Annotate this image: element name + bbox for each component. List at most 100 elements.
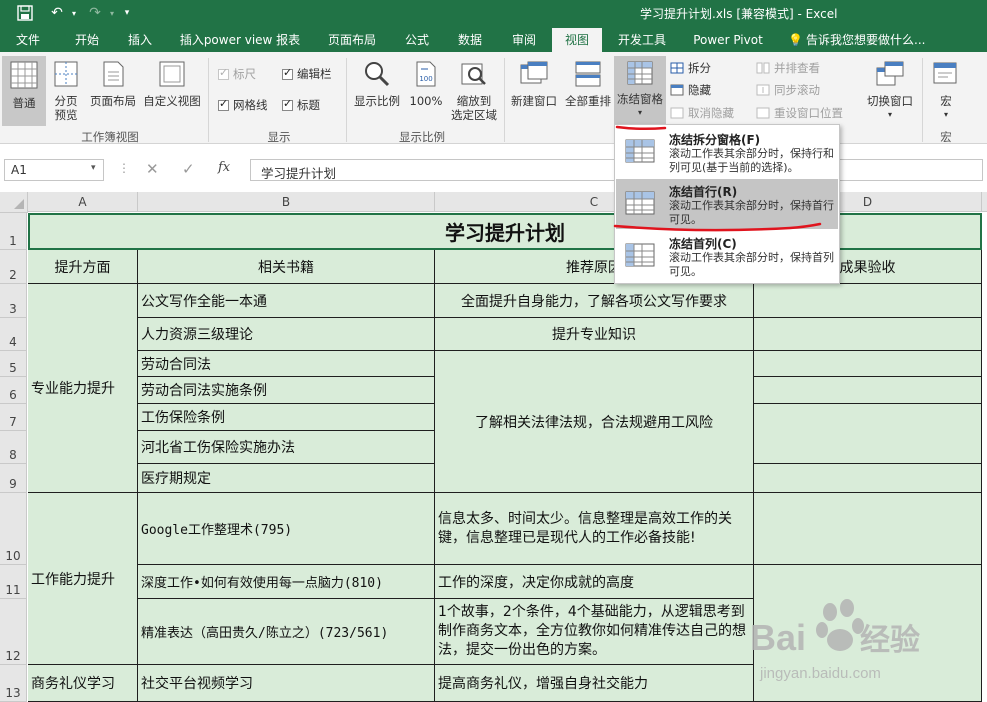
gridlines-checkbox[interactable]: 网格线 xyxy=(218,97,268,113)
result-cell[interactable] xyxy=(754,404,982,464)
customize-toolbar-icon[interactable]: ▾ xyxy=(120,2,134,24)
tab-formulas[interactable]: 公式 xyxy=(398,28,436,52)
hide-button[interactable]: 隐藏 xyxy=(670,82,711,98)
cancel-icon[interactable]: ✕ xyxy=(146,160,159,178)
freeze-panes-menu: 冻结拆分窗格(F) 滚动工作表其余部分时，保持行和列可见(基于当前的选择)。 冻… xyxy=(614,124,840,284)
new-window-button[interactable]: 新建窗口 xyxy=(506,60,562,108)
reason-cell[interactable]: 全面提升自身能力，了解各项公文写作要求 xyxy=(435,284,754,318)
row-header-2[interactable]: 2 xyxy=(0,250,27,284)
headings-checkbox[interactable]: 标题 xyxy=(282,97,320,113)
category-cell[interactable]: 专业能力提升 xyxy=(28,284,138,493)
result-cell[interactable] xyxy=(754,318,982,351)
row-header-4[interactable]: 4 xyxy=(0,318,27,351)
arrange-all-button[interactable]: 全部重排 xyxy=(562,60,614,108)
row-header-1[interactable]: 1 xyxy=(0,213,27,250)
book-cell[interactable]: 劳动合同法 xyxy=(138,351,435,377)
book-cell[interactable]: Google工作整理术(795) xyxy=(138,493,435,565)
menu-item-description: 滚动工作表其余部分时，保持首列可见。 xyxy=(669,251,834,278)
undo-icon[interactable]: ↶ xyxy=(46,2,68,24)
custom-views-button[interactable]: 自定义视图 xyxy=(140,60,204,108)
page-layout-view-button[interactable]: 页面布局 xyxy=(88,60,138,108)
watermark-brand: Bai xyxy=(750,617,806,658)
result-cell[interactable] xyxy=(754,351,982,377)
reason-cell[interactable]: 1个故事，2个条件，4个基础能力，从逻辑思考到制作商务文本，全方位教你如何精准传… xyxy=(435,599,754,665)
book-cell[interactable]: 社交平台视频学习 xyxy=(138,665,435,702)
row-header-3[interactable]: 3 xyxy=(0,284,27,318)
book-cell[interactable]: 河北省工伤保险实施办法 xyxy=(138,431,435,464)
page-break-preview-button[interactable]: 分页 预览 xyxy=(48,60,84,122)
result-cell[interactable] xyxy=(754,377,982,404)
zoom-100-button[interactable]: 100 100% xyxy=(406,60,446,108)
row-header-6[interactable]: 6 xyxy=(0,377,27,404)
column-header-a[interactable]: A xyxy=(28,192,138,212)
ruler-checkbox: 标尺 xyxy=(218,66,256,82)
insert-function-icon[interactable]: fx xyxy=(218,160,230,175)
switch-windows-dropdown-icon: ▾ xyxy=(887,110,892,119)
undo-dropdown-icon[interactable]: ▾ xyxy=(68,2,80,24)
group-separator xyxy=(208,58,209,142)
freeze-top-row-option[interactable]: 冻结首行(R) 滚动工作表其余部分时，保持首行可见。 xyxy=(616,179,838,229)
ribbon-tabs: 文件 开始 插入 插入power view 报表 页面布局 公式 数据 审阅 视… xyxy=(0,28,987,52)
tab-insert[interactable]: 插入 xyxy=(120,28,160,52)
row-header-5[interactable]: 5 xyxy=(0,351,27,377)
book-cell[interactable]: 工伤保险条例 xyxy=(138,404,435,431)
split-button[interactable]: 拆分 xyxy=(670,60,711,76)
book-cell[interactable]: 人力资源三级理论 xyxy=(138,318,435,351)
zoom-to-selection-button[interactable]: 缩放到 选定区域 xyxy=(448,60,500,122)
reason-cell[interactable]: 提升专业知识 xyxy=(435,318,754,351)
freeze-panes-option[interactable]: 冻结拆分窗格(F) 滚动工作表其余部分时，保持行和列可见(基于当前的选择)。 xyxy=(616,127,838,177)
freeze-first-column-option[interactable]: 冻结首列(C) 滚动工作表其余部分时，保持首列可见。 xyxy=(616,231,838,281)
formula-bar-checkbox[interactable]: 编辑栏 xyxy=(282,66,332,82)
tell-me-search[interactable]: 告诉我您想要做什么... xyxy=(806,28,936,52)
select-all-corner[interactable] xyxy=(0,192,28,213)
book-cell[interactable]: 公文写作全能一本通 xyxy=(138,284,435,318)
redo-icon: ↷ xyxy=(89,5,101,21)
book-cell[interactable]: 医疗期规定 xyxy=(138,464,435,493)
tab-data[interactable]: 数据 xyxy=(450,28,490,52)
reason-cell[interactable]: 提高商务礼仪，增强自身社交能力 xyxy=(435,665,754,702)
tab-developer[interactable]: 开发工具 xyxy=(610,28,674,52)
category-cell[interactable]: 工作能力提升 xyxy=(28,493,138,665)
row-header-13[interactable]: 13 xyxy=(0,665,27,702)
row-header-9[interactable]: 9 xyxy=(0,464,27,493)
enter-icon[interactable]: ✓ xyxy=(182,160,195,178)
tab-power-pivot[interactable]: Power Pivot xyxy=(686,28,770,52)
freeze-panes-button[interactable]: 冻结窗格 ▾ xyxy=(614,56,666,126)
tab-insert-power-view[interactable]: 插入power view 报表 xyxy=(174,28,306,52)
tab-file[interactable]: 文件 xyxy=(8,28,48,52)
zoom-button[interactable]: 显示比例 xyxy=(350,60,404,108)
name-box[interactable]: A1 xyxy=(4,159,104,181)
column-header-b[interactable]: B xyxy=(138,192,435,212)
category-cell[interactable]: 商务礼仪学习 xyxy=(28,665,138,702)
tab-view[interactable]: 视图 xyxy=(552,28,602,52)
tab-page-layout[interactable]: 页面布局 xyxy=(320,28,384,52)
result-cell[interactable] xyxy=(754,464,982,493)
tab-home[interactable]: 开始 xyxy=(68,28,106,52)
redo-dropdown-icon: ▾ xyxy=(109,8,114,18)
row-header-12[interactable]: 12 xyxy=(0,599,27,665)
normal-view-button[interactable]: 普通 xyxy=(2,56,46,126)
header-cell-b[interactable]: 相关书籍 xyxy=(138,250,435,284)
book-cell[interactable]: 精准表达（高田贵久/陈立之）(723/561) xyxy=(138,599,435,665)
name-box-dropdown-icon[interactable]: ▾ xyxy=(91,163,96,173)
reason-cell[interactable]: 了解相关法律法规，合法规避用工风险 xyxy=(435,351,754,493)
reason-cell[interactable]: 工作的深度，决定你成就的高度 xyxy=(435,565,754,599)
reason-cell[interactable]: 信息太多、时间太少。信息整理是高效工作的关键，信息整理已是现代人的工作必备技能! xyxy=(435,493,754,565)
column-header-e-partial xyxy=(982,192,987,212)
header-cell-a[interactable]: 提升方面 xyxy=(28,250,138,284)
switch-windows-button[interactable]: 切换窗口 ▾ xyxy=(862,60,918,122)
window-title: 学习提升计划.xls [兼容模式] - Excel xyxy=(640,7,838,21)
freeze-panes-icon xyxy=(627,61,653,85)
row-header-11[interactable]: 11 xyxy=(0,565,27,599)
row-header-7[interactable]: 7 xyxy=(0,404,27,431)
book-cell[interactable]: 劳动合同法实施条例 xyxy=(138,377,435,404)
book-cell[interactable]: 深度工作•如何有效使用每一点脑力(810) xyxy=(138,565,435,599)
baidu-jingyan-watermark: Bai 经验 jingyan.baidu.com xyxy=(750,599,920,682)
macros-button[interactable]: 宏 ▾ xyxy=(926,60,966,122)
result-cell[interactable] xyxy=(754,284,982,318)
save-icon[interactable] xyxy=(14,2,36,24)
result-cell[interactable] xyxy=(754,493,982,565)
tab-review[interactable]: 审阅 xyxy=(504,28,544,52)
row-header-8[interactable]: 8 xyxy=(0,431,27,464)
row-header-10[interactable]: 10 xyxy=(0,493,27,565)
